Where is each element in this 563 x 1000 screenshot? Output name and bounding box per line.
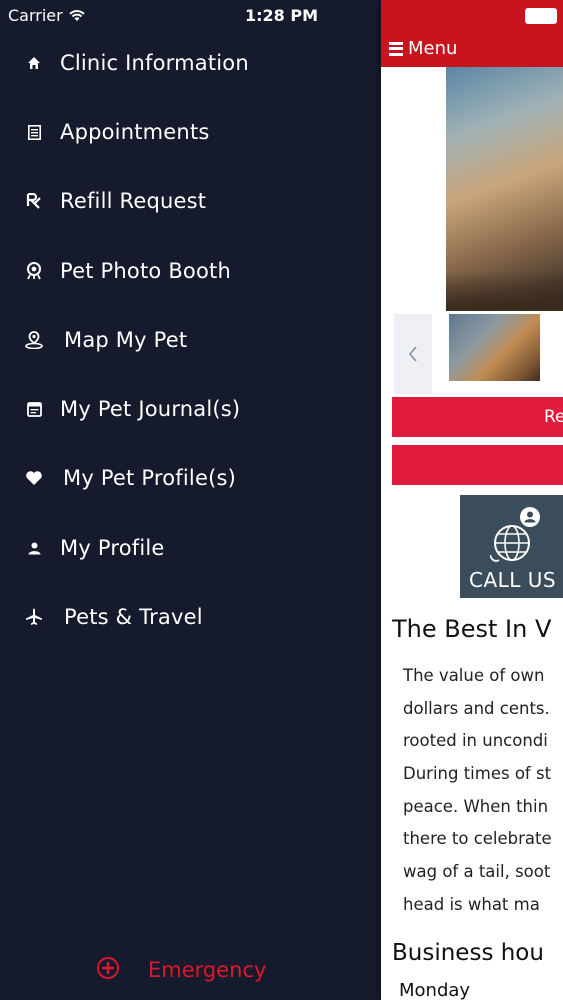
paragraph-line: dollars and cents. [403, 698, 550, 718]
menu-item-label: Pets & Travel [64, 605, 203, 629]
heart-icon [24, 468, 44, 488]
map-pin-icon [24, 330, 44, 350]
menu-item-pets-travel[interactable]: Pets & Travel [0, 592, 381, 642]
menu-item-my-pet-journals[interactable]: My Pet Journal(s) [0, 384, 381, 434]
main-content-panel[interactable]: Menu Re CALL US The Best In V The value … [381, 0, 563, 1000]
rx-icon [24, 191, 44, 211]
menu-item-label: My Pet Journal(s) [60, 397, 241, 421]
menu-item-my-profile[interactable]: My Profile [0, 523, 381, 573]
menu-item-label: My Pet Profile(s) [63, 466, 236, 490]
journal-icon [24, 399, 44, 419]
carrier-label: Carrier [8, 6, 63, 25]
menu-item-label: Appointments [60, 120, 210, 144]
paragraph-line: wag of a tail, soot [403, 862, 551, 882]
battery-icon [525, 8, 557, 24]
paragraph-line: head is what ma [403, 894, 540, 914]
call-us-label: CALL US [469, 568, 557, 592]
menu-item-label: Refill Request [60, 189, 207, 213]
call-us-card[interactable]: CALL US [460, 495, 563, 598]
status-carrier: Carrier [8, 6, 85, 25]
menu-item-clinic-information[interactable]: Clinic Information [0, 38, 381, 88]
business-day-label: Monday [399, 980, 471, 1000]
home-icon [24, 53, 44, 73]
hamburger-icon [389, 41, 403, 56]
user-icon [24, 538, 44, 558]
chevron-left-icon [408, 346, 417, 362]
paragraph-line: During times of st [403, 764, 552, 784]
paragraph-line: The value of own [403, 666, 545, 685]
photo-booth-icon [24, 261, 44, 281]
intro-paragraph: The value of own dollars and cents. root… [403, 660, 563, 922]
navigation-drawer: Carrier Clinic Information Appointments … [0, 0, 381, 1000]
menu-item-label: My Profile [60, 536, 165, 560]
menu-item-appointments[interactable]: Appointments [0, 107, 381, 157]
business-hours-title: Business hou [392, 940, 544, 966]
plus-circle-icon [96, 956, 120, 984]
menu-item-label: Map My Pet [64, 328, 188, 352]
paragraph-line: there to celebrate [403, 829, 552, 849]
menu-item-map-my-pet[interactable]: Map My Pet [0, 315, 381, 365]
carousel-thumbnail[interactable] [449, 314, 540, 381]
menu-item-label: Pet Photo Booth [60, 259, 231, 283]
request-button-label: Re [544, 407, 563, 427]
section-title: The Best In V [392, 615, 552, 643]
menu-item-label: Clinic Information [60, 51, 249, 75]
request-button[interactable]: Re [392, 397, 563, 437]
menu-item-my-pet-profiles[interactable]: My Pet Profile(s) [0, 453, 381, 503]
menu-item-pet-photo-booth[interactable]: Pet Photo Booth [0, 246, 381, 296]
menu-item-refill-request[interactable]: Refill Request [0, 176, 381, 226]
menu-button[interactable]: Menu [389, 38, 457, 59]
airplane-icon [24, 607, 44, 627]
emergency-label: Emergency [148, 958, 267, 982]
top-bar: Menu [381, 0, 563, 67]
menu-button-label: Menu [408, 38, 458, 59]
paragraph-line: peace. When thin [403, 796, 549, 816]
calendar-list-icon [24, 122, 44, 142]
wifi-icon [69, 9, 85, 21]
emergency-button[interactable]: Emergency [96, 956, 266, 984]
carousel-prev-button[interactable] [394, 314, 432, 394]
hero-pet-photo [446, 67, 563, 311]
paragraph-line: rooted in uncondi [403, 731, 548, 751]
globe-phone-icon [490, 507, 540, 562]
secondary-red-button[interactable] [392, 445, 563, 485]
